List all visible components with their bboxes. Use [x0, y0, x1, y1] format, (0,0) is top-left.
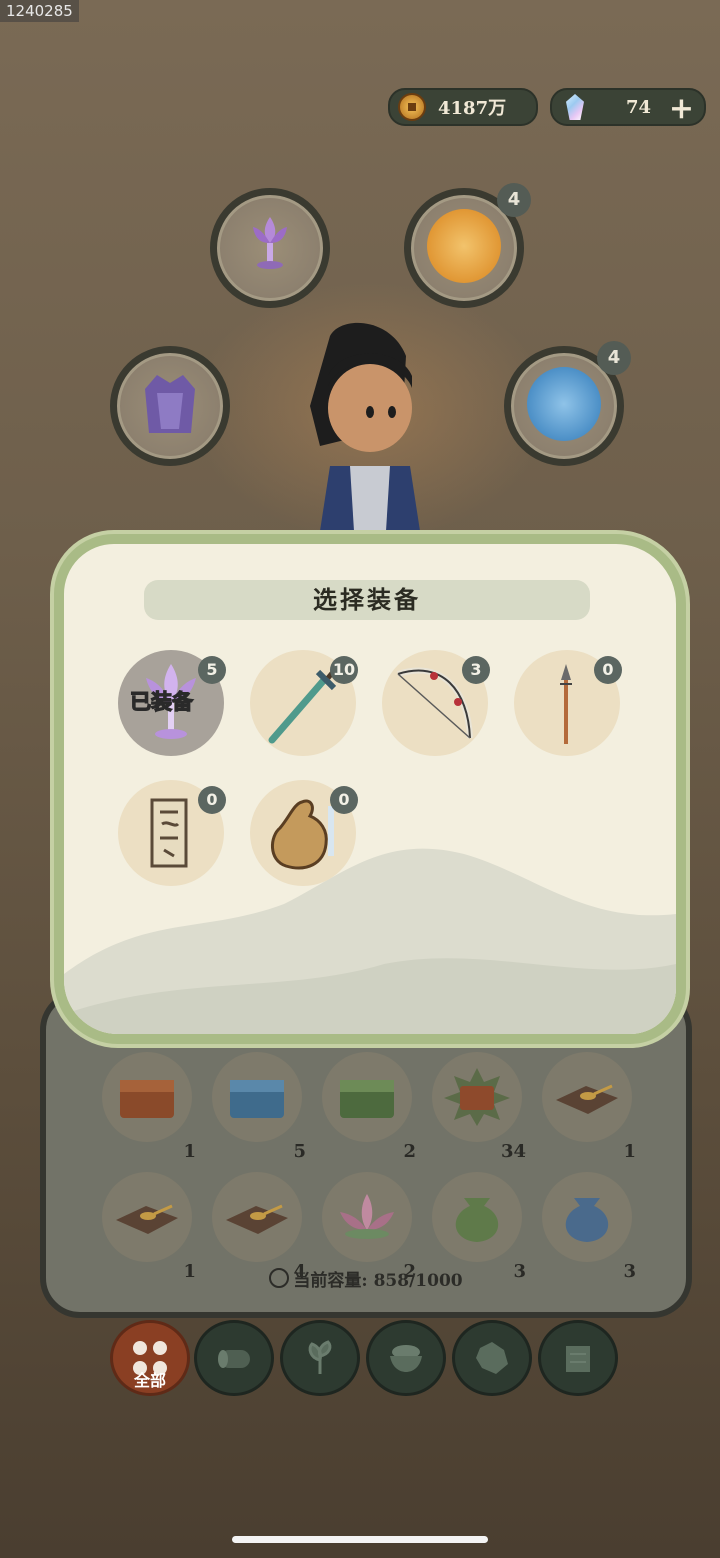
tab-herb[interactable]	[280, 1320, 360, 1396]
item-count-badge: 3	[462, 656, 490, 684]
tab-food[interactable]	[366, 1320, 446, 1396]
equipment-item-lotus-lamp[interactable]: 已装备 5	[118, 650, 226, 756]
home-indicator[interactable]	[232, 1536, 488, 1543]
capacity-value: 858/1000	[373, 1271, 463, 1291]
blue-bag-icon	[565, 1198, 609, 1242]
inventory-item-blue-bag[interactable]: 3	[542, 1172, 636, 1282]
star-chest-icon	[444, 1068, 510, 1126]
inventory-item-green-bag[interactable]: 3	[432, 1172, 526, 1282]
equip-slot-armor[interactable]	[110, 346, 230, 466]
tab-wood[interactable]	[194, 1320, 274, 1396]
item-count-badge: 0	[594, 656, 622, 684]
add-gems-button[interactable]: +	[669, 91, 694, 126]
inventory-item-green-chest[interactable]: 2	[322, 1052, 416, 1162]
inventory-item-spoon-board[interactable]: 1	[102, 1172, 196, 1282]
item-count: 34	[500, 1141, 526, 1162]
select-equipment-dialog: 选择装备 已装备 5 10 3 0 0 0	[54, 534, 686, 1044]
inventory-item-red-chest[interactable]: 1	[102, 1052, 196, 1162]
ore-icon	[476, 1342, 508, 1374]
blue-chest-icon	[230, 1080, 284, 1118]
tab-label: 全部	[133, 1371, 166, 1390]
capacity-indicator: 当前容量: 858/1000	[46, 1266, 686, 1291]
lotus-icon	[340, 1194, 394, 1239]
coin-icon	[398, 93, 426, 121]
armor-icon	[145, 375, 195, 433]
gem-counter[interactable]: 74 +	[550, 88, 706, 126]
scroll-icon	[566, 1346, 590, 1372]
item-count-badge: 5	[198, 656, 226, 684]
equipment-item-bow[interactable]: 3	[382, 650, 490, 756]
gem-icon	[566, 94, 584, 120]
leaf-icon	[308, 1340, 332, 1374]
equip-slot-fire-hero[interactable]: 4	[404, 183, 531, 308]
item-count-badge: 0	[330, 786, 358, 814]
hero-character	[310, 322, 420, 531]
gem-amount: 74	[626, 96, 652, 118]
item-count-badge: 0	[198, 786, 226, 814]
tab-all[interactable]: 全部	[110, 1320, 190, 1396]
equip-slot-water-hero[interactable]: 4	[504, 341, 631, 466]
equipment-item-sword[interactable]: 10	[250, 650, 358, 756]
item-count: 2	[403, 1141, 416, 1162]
inventory-item-lotus[interactable]: 2	[322, 1172, 416, 1282]
fire-hero-portrait	[427, 209, 501, 283]
spoon-board-icon	[226, 1204, 288, 1234]
inventory-item-blue-chest[interactable]: 5	[212, 1052, 306, 1162]
item-count: 1	[623, 1141, 636, 1162]
coin-amount: 4187万	[438, 98, 507, 119]
user-id-label: 1240285	[0, 0, 79, 22]
bowl-icon	[390, 1345, 422, 1372]
equipment-item-spear[interactable]: 0	[514, 650, 622, 756]
spoon-board-icon	[556, 1084, 618, 1114]
item-count: 5	[293, 1141, 306, 1162]
log-icon	[218, 1350, 250, 1368]
inventory-item-star-chest[interactable]: 34	[432, 1052, 526, 1162]
inventory-item-spoon-board[interactable]: 1	[542, 1052, 636, 1162]
slot-badge: 4	[597, 341, 631, 375]
coin-counter: 4187万	[388, 88, 538, 126]
capacity-label: 当前容量:	[293, 1271, 368, 1291]
spoon-board-icon	[116, 1204, 178, 1234]
green-bag-icon	[455, 1198, 499, 1242]
item-count: 1	[183, 1141, 196, 1162]
tab-ore[interactable]	[452, 1320, 532, 1396]
tab-scroll[interactable]	[538, 1320, 618, 1396]
water-hero-portrait	[527, 367, 601, 441]
capacity-icon	[269, 1268, 290, 1288]
equip-slot-lamp[interactable]	[210, 188, 330, 308]
dialog-title: 选择装备	[144, 580, 590, 620]
equipment-item-talisman[interactable]: 0	[118, 780, 226, 886]
slot-badge: 4	[497, 183, 531, 217]
equipment-item-gourd[interactable]: 0	[250, 780, 358, 886]
equipped-label: 已装备	[129, 688, 193, 714]
item-count-badge: 10	[330, 656, 358, 684]
lotus-lamp-icon	[253, 217, 287, 269]
red-chest-icon	[120, 1080, 174, 1118]
green-chest-icon	[340, 1080, 394, 1118]
inventory-item-spoon-board[interactable]: 4	[212, 1172, 306, 1282]
